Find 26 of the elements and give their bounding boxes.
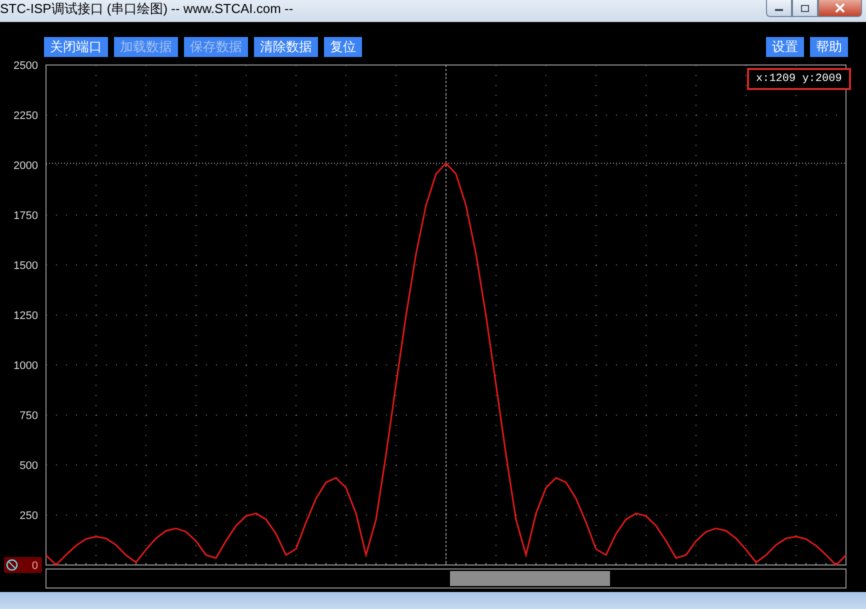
toolbar-button[interactable]: 复位 [324,37,362,57]
axis-label: 2000 [14,160,38,172]
maximize-button[interactable] [792,0,818,17]
axis-label: 1500 [14,260,38,272]
toolbar-button[interactable]: 清除数据 [254,37,318,57]
minimize-button[interactable] [766,0,792,17]
target-icon [6,559,18,571]
toolbar-button[interactable]: 关闭端口 [44,37,108,57]
axis-label: 1750 [14,210,38,222]
close-button[interactable] [818,0,862,17]
scrollbar[interactable] [46,568,846,588]
close-icon [834,3,846,13]
toolbar-button[interactable]: 帮助 [810,37,848,57]
toolbar-button[interactable]: 设置 [766,37,804,57]
axis-label: 500 [20,460,38,472]
window-title: STC-ISP调试接口 (串口绘图) -- www.STCAI.com -- [0,0,294,18]
axis-label: 750 [20,410,38,422]
axis-label: 2250 [14,110,38,122]
axis-label: 1250 [14,310,38,322]
axis-label: 250 [20,510,38,522]
maximize-icon [800,4,810,12]
axis-label: 0 [32,560,38,572]
axis-label: 1000 [14,360,38,372]
cursor-readout: x:1209 y:2009 [747,68,851,90]
axis-label: 2500 [14,60,38,72]
marker-tag [4,557,42,573]
